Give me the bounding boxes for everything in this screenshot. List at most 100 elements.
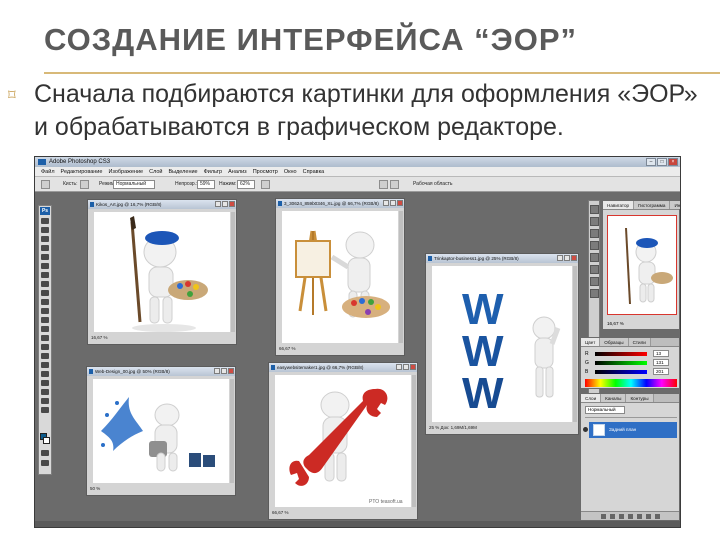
airbrush-icon[interactable] bbox=[261, 180, 270, 189]
menu-layer[interactable]: Слой bbox=[149, 167, 162, 176]
doc-close-button[interactable] bbox=[397, 200, 403, 206]
document-window-www[interactable]: Trinkaptor-business1.jpg @ 25% (RGB/8) W… bbox=[425, 253, 579, 435]
fx-icon[interactable] bbox=[609, 513, 615, 519]
pen-tool-icon[interactable] bbox=[41, 344, 49, 350]
marquee-tool-icon[interactable] bbox=[41, 227, 49, 233]
hand-tool-icon[interactable] bbox=[41, 398, 49, 404]
layer-comps-panel-icon[interactable] bbox=[590, 265, 599, 274]
doc-size: Док: 1,69M/1,69M bbox=[440, 425, 477, 430]
clone-source-panel-icon[interactable] bbox=[590, 241, 599, 250]
doc-close-button[interactable] bbox=[228, 368, 234, 374]
document-canvas[interactable] bbox=[94, 212, 230, 332]
link-icon[interactable] bbox=[600, 513, 606, 519]
menu-analysis[interactable]: Анализ bbox=[228, 167, 247, 176]
brush-tool-icon[interactable] bbox=[41, 180, 50, 189]
background-color-swatch[interactable] bbox=[43, 437, 50, 444]
brush-preset-picker[interactable] bbox=[80, 180, 89, 189]
slice-tool-icon[interactable] bbox=[41, 263, 49, 269]
wrench-figure-image: PTO teasoft.ua bbox=[275, 375, 411, 507]
tab-histogram[interactable]: Гистограмма bbox=[634, 201, 671, 209]
tab-color[interactable]: Цвет bbox=[581, 338, 601, 346]
menu-view[interactable]: Просмотр bbox=[253, 167, 278, 176]
zoom-status: 25 % Док: 1,69M/1,69M bbox=[429, 424, 477, 432]
lasso-tool-icon[interactable] bbox=[41, 236, 49, 242]
gradient-tool-icon[interactable] bbox=[41, 317, 49, 323]
adjustment-icon[interactable] bbox=[627, 513, 633, 519]
document-canvas[interactable] bbox=[93, 379, 229, 483]
doc-close-button[interactable] bbox=[410, 364, 416, 370]
menu-window[interactable]: Окно bbox=[284, 167, 297, 176]
eyedropper-tool-icon[interactable] bbox=[41, 389, 49, 395]
doc-close-button[interactable] bbox=[229, 201, 235, 207]
tab-layers[interactable]: Слои bbox=[581, 394, 602, 402]
tab-paths[interactable]: Контуры bbox=[626, 394, 654, 402]
document-window-painter[interactable]: Kikos_Art.jpg @ 16,7% (RGB/8) 16,67 % bbox=[87, 199, 237, 345]
quick-select-tool-icon[interactable] bbox=[41, 245, 49, 251]
menu-help[interactable]: Справка bbox=[303, 167, 325, 176]
color-ramp[interactable] bbox=[585, 379, 677, 387]
crop-tool-icon[interactable] bbox=[41, 254, 49, 260]
blend-mode-select[interactable]: Нормальный bbox=[585, 406, 625, 414]
maximize-button[interactable]: □ bbox=[657, 158, 667, 166]
document-window-wrench[interactable]: easywebsitemaker1.jpg @ 66,7% (RGB/8) PT… bbox=[268, 362, 418, 520]
brush-tool-icon[interactable] bbox=[41, 281, 49, 287]
dodge-tool-icon[interactable] bbox=[41, 335, 49, 341]
palette-well-icon[interactable] bbox=[379, 180, 388, 189]
tool-presets-panel-icon[interactable] bbox=[590, 253, 599, 262]
panel-icon[interactable] bbox=[390, 180, 399, 189]
zoom-value: 25 % bbox=[429, 425, 440, 430]
trash-icon[interactable] bbox=[654, 513, 660, 519]
blue-value[interactable]: 201 bbox=[653, 368, 669, 375]
history-brush-tool-icon[interactable] bbox=[41, 299, 49, 305]
minimize-button[interactable]: – bbox=[646, 158, 656, 166]
navigator-preview[interactable] bbox=[607, 215, 677, 315]
stamp-tool-icon[interactable] bbox=[41, 290, 49, 296]
menu-image[interactable]: Изображение bbox=[108, 167, 143, 176]
zoom-tool-icon[interactable] bbox=[41, 407, 49, 413]
move-tool-icon[interactable] bbox=[41, 218, 49, 224]
slide-title: СОЗДАНИЕ ИНТЕРФЕЙСА “ЭОР” bbox=[44, 22, 578, 57]
notes-tool-icon[interactable] bbox=[41, 380, 49, 386]
blur-tool-icon[interactable] bbox=[41, 326, 49, 332]
menu-edit[interactable]: Редактирование bbox=[61, 167, 103, 176]
layer-row[interactable]: Задний план bbox=[583, 422, 677, 438]
character-panel-icon[interactable] bbox=[590, 277, 599, 286]
type-tool-icon[interactable] bbox=[41, 353, 49, 359]
tab-swatches[interactable]: Образцы bbox=[600, 338, 629, 346]
path-select-tool-icon[interactable] bbox=[41, 362, 49, 368]
opacity-field[interactable]: 59% bbox=[197, 180, 215, 189]
document-canvas[interactable] bbox=[282, 211, 398, 343]
menu-select[interactable]: Выделение bbox=[168, 167, 197, 176]
folder-icon[interactable] bbox=[636, 513, 642, 519]
workspace-label[interactable]: Рабочая область bbox=[413, 181, 452, 188]
tab-info[interactable]: Инфо bbox=[670, 201, 680, 209]
document-canvas[interactable]: PTO teasoft.ua bbox=[275, 375, 411, 507]
healing-tool-icon[interactable] bbox=[41, 272, 49, 278]
paragraph-panel-icon[interactable] bbox=[590, 289, 599, 298]
screen-mode-icon[interactable] bbox=[41, 460, 49, 466]
shape-tool-icon[interactable] bbox=[41, 371, 49, 377]
tab-navigator[interactable]: Навигатор bbox=[603, 201, 635, 209]
red-value[interactable]: 13 bbox=[653, 350, 669, 357]
history-panel-icon[interactable] bbox=[590, 205, 599, 214]
document-canvas[interactable]: W W W bbox=[432, 266, 572, 422]
document-window-easel[interactable]: 3_30624_859b0346_XL.jpg @ 66,7% (RGB/8) bbox=[275, 198, 405, 356]
navigator-zoom[interactable]: 16,67 % bbox=[607, 321, 624, 326]
brushes-panel-icon[interactable] bbox=[590, 229, 599, 238]
document-window-splash[interactable]: Web-Design_00.jpg @ 50% (RGB/8) 50 % bbox=[86, 366, 236, 496]
tab-styles[interactable]: Стили bbox=[628, 338, 651, 346]
new-layer-icon[interactable] bbox=[645, 513, 651, 519]
menu-filter[interactable]: Фильтр bbox=[204, 167, 222, 176]
tab-channels[interactable]: Каналы bbox=[601, 394, 627, 402]
close-button[interactable]: × bbox=[668, 158, 678, 166]
quick-mask-icon[interactable] bbox=[41, 450, 49, 456]
doc-close-button[interactable] bbox=[571, 255, 577, 261]
mask-icon[interactable] bbox=[618, 513, 624, 519]
eraser-tool-icon[interactable] bbox=[41, 308, 49, 314]
menu-file[interactable]: Файл bbox=[41, 167, 55, 176]
flow-field[interactable]: 62% bbox=[237, 180, 255, 189]
actions-panel-icon[interactable] bbox=[590, 217, 599, 226]
green-value[interactable]: 131 bbox=[653, 359, 669, 366]
eye-icon[interactable] bbox=[583, 427, 588, 432]
mode-select[interactable]: Нормальный bbox=[113, 180, 155, 189]
